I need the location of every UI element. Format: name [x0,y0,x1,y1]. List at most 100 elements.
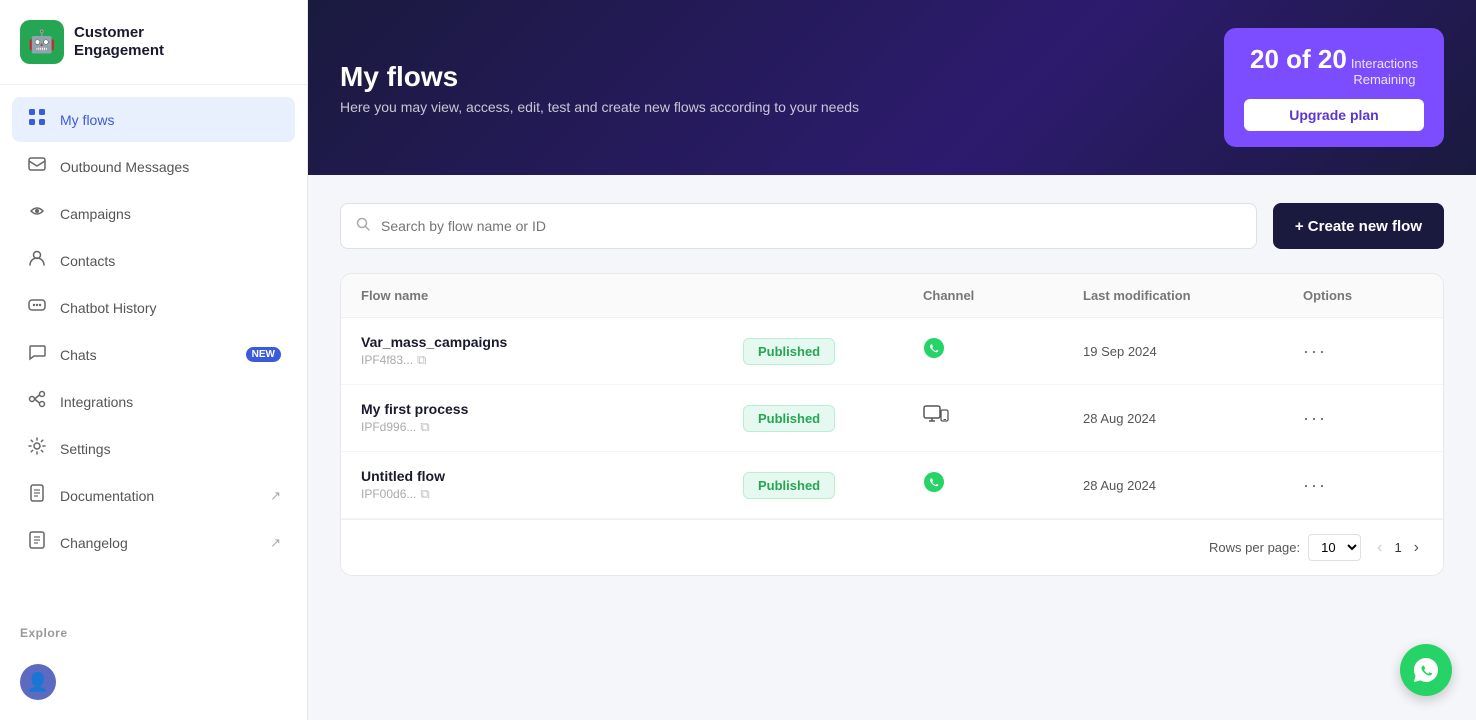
table-row: Var_mass_campaigns IPF4f83... ⧉ Publishe… [341,318,1443,385]
whatsapp-icon [923,342,945,364]
table-row: My first process IPFd996... ⧉ Published [341,385,1443,452]
sidebar-item-label: Integrations [60,394,133,410]
flow-id: IPFd996... ⧉ [361,419,743,435]
whatsapp-icon2 [923,476,945,498]
row3-status-cell: Published [743,472,923,499]
sidebar-logo: 🤖 CustomerEngagement [0,0,307,85]
search-input[interactable] [381,218,1242,234]
prev-page-button[interactable]: ‹ [1373,535,1386,561]
col-status [743,288,923,303]
status-badge: Published [743,338,835,365]
col-options: Options [1303,288,1423,303]
interactions-count: 20 of 20 InteractionsRemaining [1244,44,1424,87]
row1-channel-cell [923,337,1083,365]
copy-icon[interactable]: ⧉ [417,352,426,368]
status-badge: Published [743,472,835,499]
sidebar-item-changelog[interactable]: Changelog ↗ [12,520,295,565]
external-link-icon2: ↗ [270,535,281,551]
sidebar-item-label: Campaigns [60,206,131,222]
sidebar-item-label: Chats [60,347,97,363]
interactions-label: InteractionsRemaining [1351,56,1418,87]
page-subtitle: Here you may view, access, edit, test an… [340,99,859,115]
sidebar-item-label: Documentation [60,488,154,504]
pagination: Rows per page: 10 20 50 ‹ 1 › [341,519,1443,575]
page-title: My flows [340,61,859,93]
upgrade-card: 20 of 20 InteractionsRemaining Upgrade p… [1224,28,1444,147]
logo-icon: 🤖 [20,20,64,64]
chats-icon [26,342,48,367]
row1-status-cell: Published [743,338,923,365]
row3-options: ··· [1303,475,1423,496]
flow-id: IPF4f83... ⧉ [361,352,743,368]
sidebar-item-chats[interactable]: Chats NEW [12,332,295,377]
page-controls: ‹ 1 › [1373,535,1423,561]
sidebar-item-label: Outbound Messages [60,159,189,175]
col-flow-name: Flow name [361,288,743,303]
table-row: Untitled flow IPF00d6... ⧉ Published 28 … [341,452,1443,519]
sidebar-item-campaigns[interactable]: Campaigns [12,191,295,236]
avatar[interactable]: 👤 [20,664,56,700]
upgrade-button[interactable]: Upgrade plan [1244,99,1424,131]
interactions-number: 20 of 20 [1250,44,1347,75]
row2-name-cell: My first process IPFd996... ⧉ [361,401,743,435]
sidebar-item-outbound-messages[interactable]: Outbound Messages [12,144,295,189]
sidebar-nav: My flows Outbound Messages Campaigns Con… [0,85,307,618]
rows-per-page-select[interactable]: 10 20 50 [1308,534,1361,561]
search-box [340,203,1257,249]
documentation-icon [26,483,48,508]
options-button[interactable]: ··· [1303,475,1327,496]
sidebar-item-my-flows[interactable]: My flows [12,97,295,142]
flow-name: My first process [361,401,743,417]
main-content: My flows Here you may view, access, edit… [308,0,1476,720]
current-page: 1 [1394,540,1401,555]
row2-date: 28 Aug 2024 [1083,411,1303,426]
flow-name: Var_mass_campaigns [361,334,743,350]
row2-options: ··· [1303,408,1423,429]
col-modification: Last modification [1083,288,1303,303]
new-badge: NEW [246,347,281,362]
integrations-icon [26,389,48,414]
row2-status-cell: Published [743,405,923,432]
row3-channel-cell [923,471,1083,499]
sidebar-item-settings[interactable]: Settings [12,426,295,471]
logo-text: CustomerEngagement [74,24,164,60]
sidebar: 🤖 CustomerEngagement My flows Outbound M… [0,0,308,720]
sidebar-item-chatbot-history[interactable]: Chatbot History [12,285,295,330]
copy-icon[interactable]: ⧉ [420,486,429,502]
sidebar-item-label: Changelog [60,535,128,551]
search-icon [355,216,371,237]
row3-date: 28 Aug 2024 [1083,478,1303,493]
explore-label: Explore [0,618,307,652]
top-bar: + Create new flow [340,203,1444,249]
header-text: My flows Here you may view, access, edit… [340,61,859,115]
rows-per-page-label: Rows per page: [1209,540,1300,555]
create-flow-button[interactable]: + Create new flow [1273,203,1444,249]
flow-name: Untitled flow [361,468,743,484]
row3-name-cell: Untitled flow IPF00d6... ⧉ [361,468,743,502]
row1-date: 19 Sep 2024 [1083,344,1303,359]
sidebar-item-label: Contacts [60,253,115,269]
copy-icon[interactable]: ⧉ [420,419,429,435]
campaigns-icon [26,201,48,226]
flows-table: Flow name Channel Last modification Opti… [340,273,1444,576]
status-badge: Published [743,405,835,432]
outbound-icon [26,154,48,179]
contacts-icon [26,248,48,273]
content-area: + Create new flow Flow name Channel Last… [308,175,1476,720]
row1-name-cell: Var_mass_campaigns IPF4f83... ⧉ [361,334,743,368]
sidebar-item-integrations[interactable]: Integrations [12,379,295,424]
sidebar-item-documentation[interactable]: Documentation ↗ [12,473,295,518]
next-page-button[interactable]: › [1410,535,1423,561]
sidebar-item-label: Chatbot History [60,300,156,316]
rows-per-page: Rows per page: 10 20 50 [1209,534,1361,561]
row1-options: ··· [1303,341,1423,362]
settings-icon [26,436,48,461]
options-button[interactable]: ··· [1303,408,1327,429]
sidebar-item-contacts[interactable]: Contacts [12,238,295,283]
flows-icon [26,107,48,132]
table-header: Flow name Channel Last modification Opti… [341,274,1443,318]
whatsapp-fab[interactable] [1400,644,1452,696]
options-button[interactable]: ··· [1303,341,1327,362]
external-link-icon: ↗ [270,488,281,504]
sidebar-footer: 👤 [0,652,307,720]
